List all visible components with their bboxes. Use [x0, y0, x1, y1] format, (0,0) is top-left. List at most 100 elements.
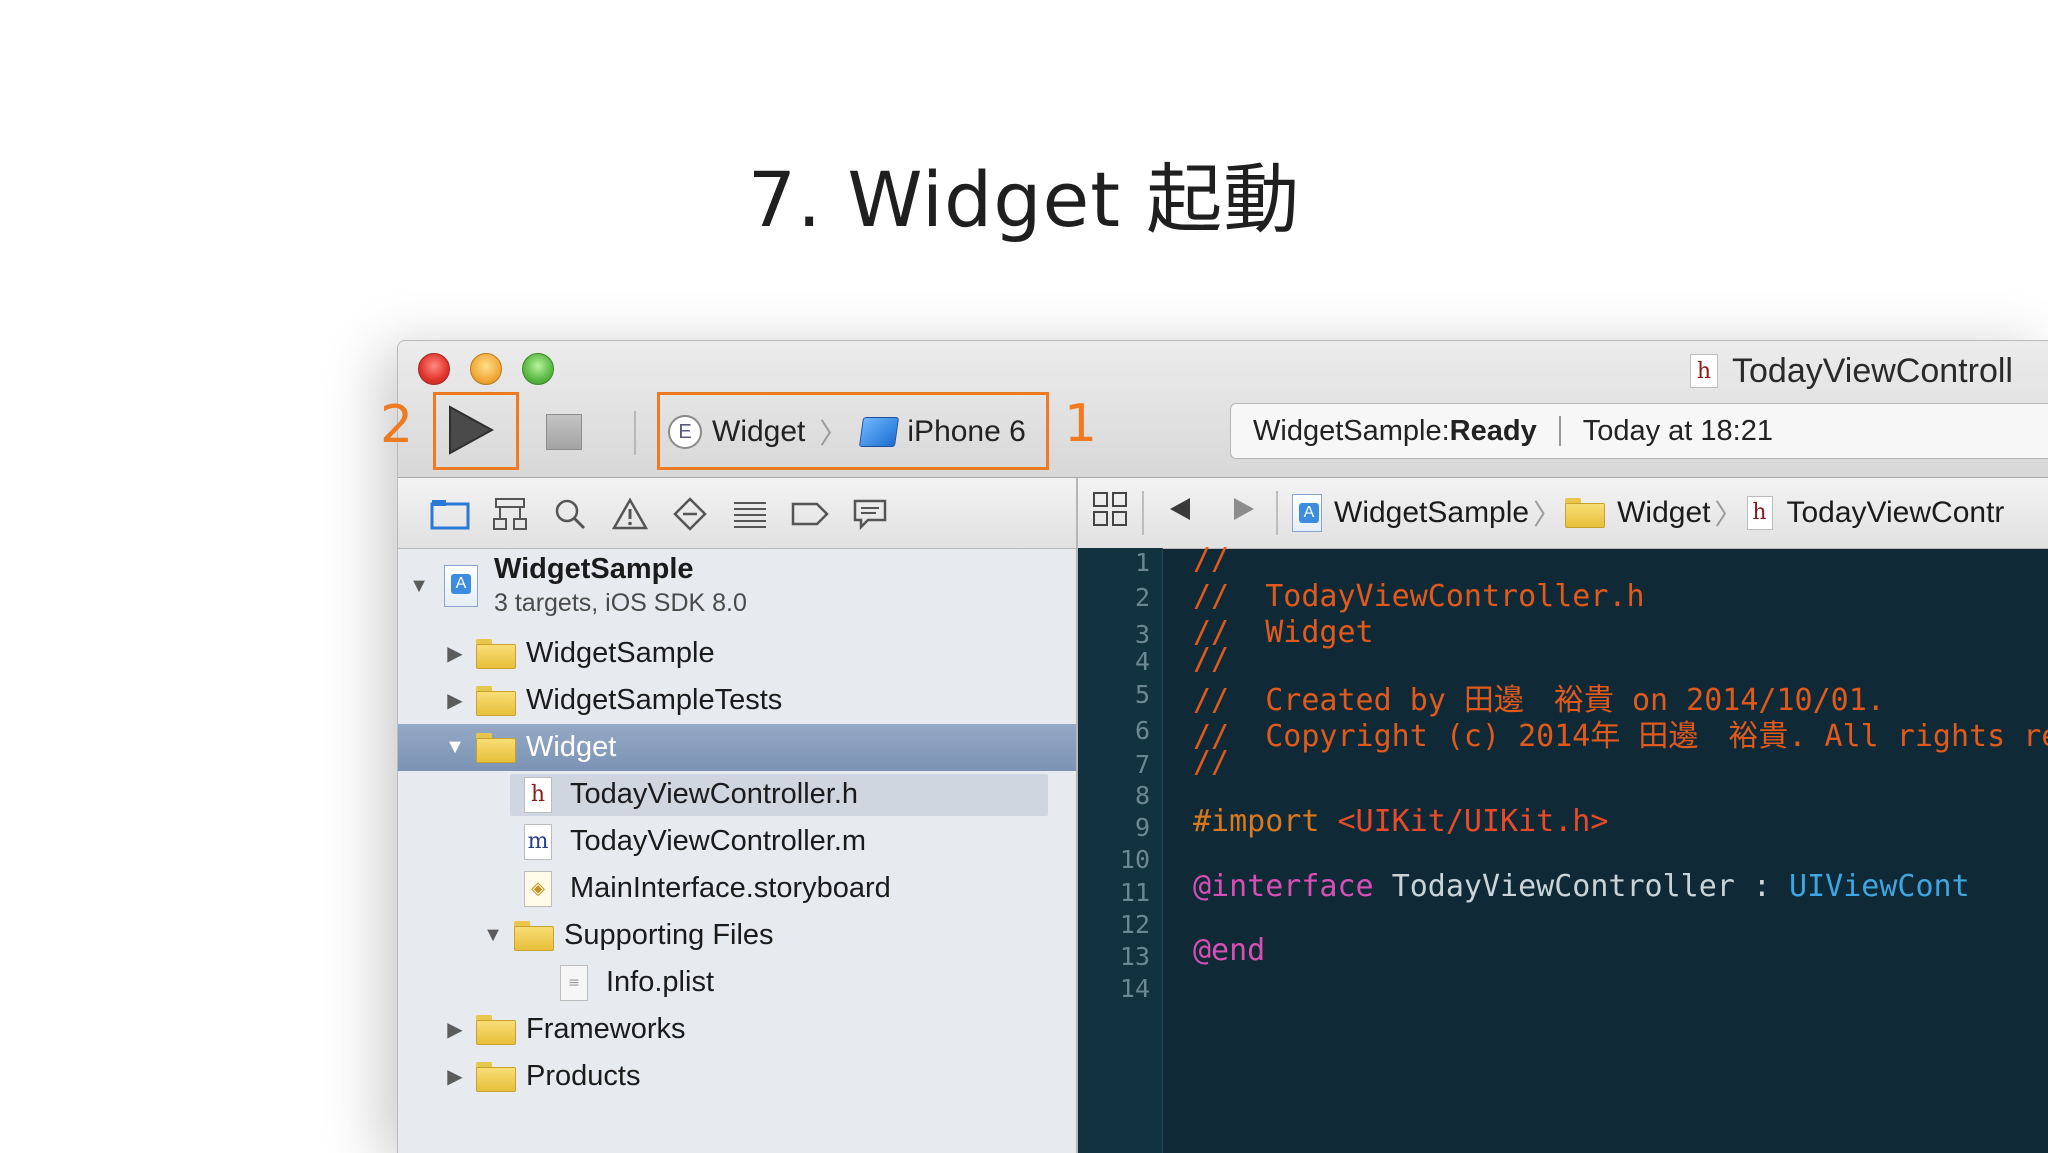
navigator-selector-bar — [398, 478, 1076, 549]
list-item-label: TodayViewController.h — [570, 778, 859, 810]
xcode-window: h TodayViewControll E Widget 〉 iPhone 6 … — [397, 340, 2048, 1153]
line-number: 12 — [1119, 910, 1150, 939]
list-item[interactable]: ▶ Frameworks — [398, 1006, 1076, 1053]
status-divider — [1558, 416, 1561, 446]
list-item-selected[interactable]: ▼ Widget — [398, 724, 1076, 771]
project-icon — [1292, 494, 1322, 532]
list-item-label: WidgetSampleTests — [526, 684, 783, 716]
list-item[interactable]: h TodayViewController.h — [398, 771, 1076, 818]
issue-navigator-tab[interactable] — [610, 494, 650, 534]
import-directive: #import — [1193, 804, 1320, 839]
line-number: 5 — [1134, 680, 1150, 709]
run-callout-number: 2 — [380, 395, 414, 455]
symbol-navigator-tab[interactable] — [490, 494, 530, 534]
plist-file-icon: ≡ — [560, 964, 588, 1001]
find-navigator-tab[interactable] — [550, 494, 590, 534]
project-row[interactable]: ▼ WidgetSample 3 targets, iOS SDK 8.0 — [398, 553, 1076, 617]
folder-icon — [1565, 498, 1606, 528]
forward-arrow-icon — [1234, 498, 1254, 520]
folder-icon — [476, 1061, 516, 1092]
source-editor[interactable]: WidgetSample 〉 Widget 〉 h TodayViewContr… — [1078, 478, 2048, 1153]
project-label: WidgetSample 3 targets, iOS SDK 8.0 — [494, 552, 747, 620]
list-item-label: MainInterface.storyboard — [570, 872, 891, 904]
list-item[interactable]: ◈ MainInterface.storyboard — [398, 865, 1076, 912]
header-file-icon: h — [524, 776, 552, 813]
list-item-label: Frameworks — [526, 1013, 686, 1045]
code-line: @interface TodayViewController : UIViewC… — [1193, 869, 1970, 904]
line-number: 4 — [1134, 647, 1150, 676]
line-number: 7 — [1134, 750, 1150, 779]
debug-navigator-tab[interactable] — [730, 494, 770, 534]
folder-tab-icon — [430, 500, 470, 530]
zoom-window-button[interactable] — [522, 353, 554, 385]
breadcrumb-file[interactable]: TodayViewContr — [1787, 496, 2005, 530]
disclosure-collapsed-icon: ▶ — [447, 690, 463, 712]
slide-title: 7. Widget 起動 — [747, 155, 1301, 244]
list-item-label: TodayViewController.m — [570, 825, 867, 857]
disclosure-collapsed-icon: ▶ — [447, 1066, 463, 1088]
diamond-minus-icon — [673, 497, 707, 531]
list-item[interactable]: ▼ Supporting Files — [398, 912, 1076, 959]
storyboard-file-icon: ◈ — [524, 870, 552, 907]
breadcrumb-project[interactable]: WidgetSample — [1334, 496, 1529, 530]
header-file-icon: h — [1746, 496, 1773, 530]
import-path: <UIKit/UIKit.h> — [1337, 804, 1609, 839]
grid-icon — [1093, 492, 1127, 526]
stop-button[interactable] — [546, 414, 582, 450]
list-item[interactable]: ▶ Products — [398, 1053, 1076, 1100]
class-name: TodayViewController — [1391, 869, 1735, 904]
list-item-label: Info.plist — [606, 966, 714, 998]
speech-bubble-icon — [853, 499, 887, 530]
test-navigator-tab[interactable] — [670, 494, 710, 534]
warning-icon — [612, 497, 648, 530]
back-button[interactable] — [1168, 496, 1192, 530]
list-lines-icon — [734, 502, 766, 528]
minimize-window-button[interactable] — [470, 353, 502, 385]
window-title-text: TodayViewControll — [1732, 351, 2013, 390]
breadcrumb-group[interactable]: Widget — [1617, 496, 1710, 530]
list-item-label: Supporting Files — [564, 919, 774, 951]
back-arrow-icon — [1170, 498, 1190, 520]
code-line: @end — [1193, 933, 1266, 968]
status-state: Ready — [1449, 414, 1537, 447]
source-file-icon: m — [524, 823, 552, 860]
line-number: 14 — [1119, 974, 1150, 1003]
related-items-button[interactable] — [1092, 491, 1128, 535]
jump-bar-divider — [1276, 491, 1278, 535]
breakpoint-tag-icon — [791, 502, 829, 526]
disclosure-expanded-icon: ▼ — [483, 924, 503, 946]
close-window-button[interactable] — [418, 353, 450, 385]
code-line: // — [1193, 745, 1230, 780]
line-number: 6 — [1134, 716, 1150, 745]
report-navigator-tab[interactable] — [850, 494, 890, 534]
line-number: 8 — [1134, 781, 1150, 810]
toolbar: h TodayViewControll E Widget 〉 iPhone 6 … — [398, 341, 2048, 478]
code-line: #import <UIKit/UIKit.h> — [1193, 804, 1608, 839]
scheme-callout-box — [657, 392, 1049, 470]
list-item[interactable]: ▶ WidgetSample — [398, 630, 1076, 677]
project-navigator-tab[interactable] — [430, 494, 470, 534]
line-number: 10 — [1119, 845, 1150, 874]
line-number: 9 — [1134, 813, 1150, 842]
disclosure-expanded-icon: ▼ — [445, 736, 465, 758]
list-item[interactable]: m TodayViewController.m — [398, 818, 1076, 865]
jump-bar-divider — [1142, 491, 1144, 535]
header-file-icon: h — [1690, 354, 1718, 388]
colon: : — [1752, 869, 1771, 904]
forward-button[interactable] — [1232, 496, 1256, 530]
status-time: Today at 18:21 — [1582, 414, 1773, 447]
run-callout-box — [433, 392, 519, 470]
list-item-label: Widget — [526, 731, 617, 763]
line-number: 11 — [1119, 878, 1150, 907]
list-item[interactable]: ≡ Info.plist — [398, 959, 1076, 1006]
folder-icon — [476, 1014, 516, 1045]
jump-bar: WidgetSample 〉 Widget 〉 h TodayViewContr — [1078, 478, 2048, 549]
code-line: // Copyright (c) 2014年 田邊 裕貴. All rights… — [1193, 719, 2048, 754]
code-line: // — [1193, 642, 1230, 677]
list-item[interactable]: ▶ WidgetSampleTests — [398, 677, 1076, 724]
folder-icon — [476, 685, 516, 716]
superclass-name: UIViewCont — [1789, 869, 1970, 904]
project-name: WidgetSample — [494, 553, 694, 585]
breakpoint-navigator-tab[interactable] — [790, 494, 830, 534]
folder-icon — [476, 638, 516, 669]
